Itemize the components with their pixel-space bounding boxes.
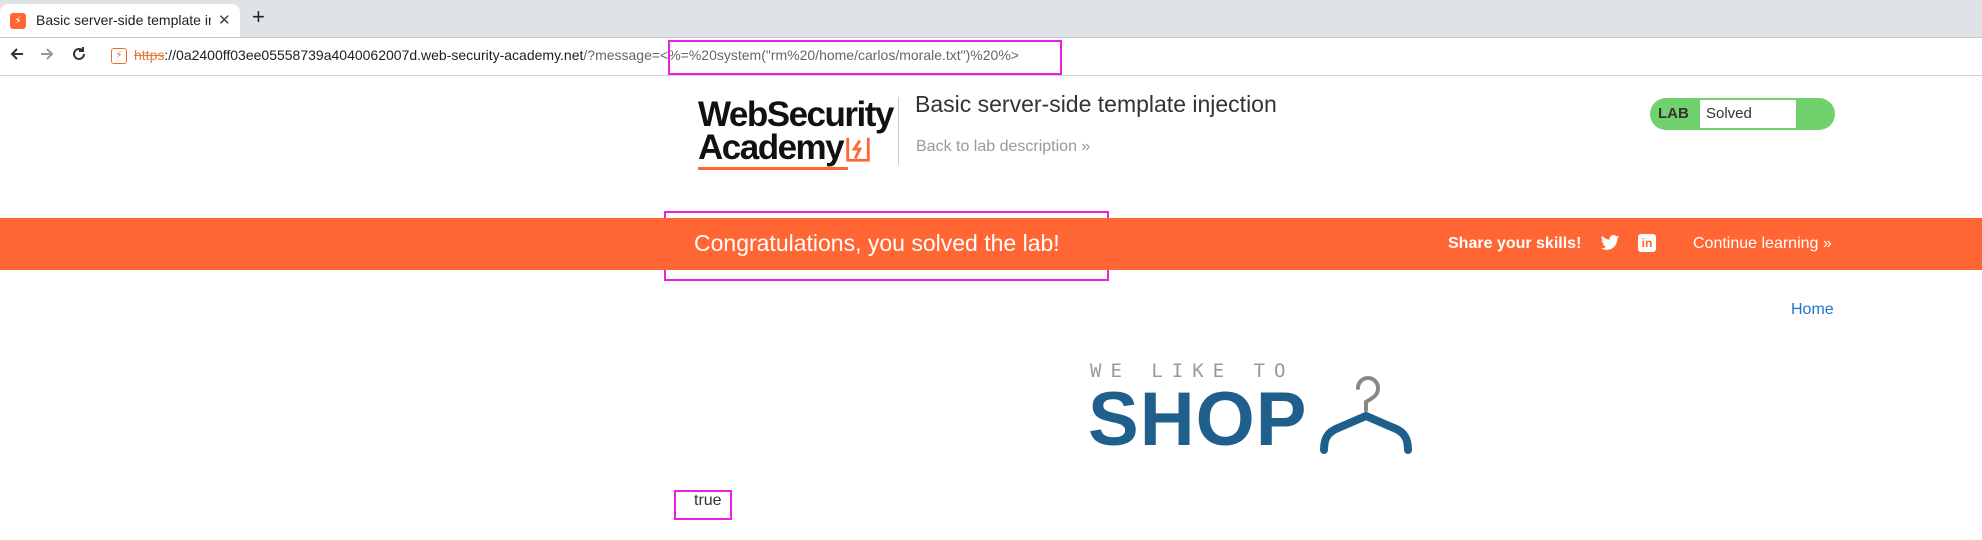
reload-icon[interactable] (70, 45, 88, 67)
solved-banner: Congratulations, you solved the lab! Sha… (0, 218, 1982, 270)
lab-favicon-icon: ⚡ (10, 13, 26, 29)
home-link[interactable]: Home (1791, 301, 1834, 319)
continue-learning-link[interactable]: Continue learning » (1693, 235, 1832, 253)
template-output-text: true (694, 492, 722, 509)
linkedin-icon[interactable]: in (1638, 234, 1656, 252)
header-divider (898, 97, 899, 165)
forward-arrow-icon[interactable] (38, 45, 56, 67)
congratulations-message: Congratulations, you solved the lab! (694, 230, 1060, 256)
close-tab-icon[interactable]: ✕ (218, 11, 231, 29)
browser-tab[interactable]: ⚡ Basic server-side template injection ✕ (0, 4, 240, 37)
web-security-academy-logo[interactable]: WebSecurity Academy (698, 97, 894, 170)
logo-underline (698, 167, 848, 170)
browser-tab-bar: ⚡ Basic server-side template injection ✕… (0, 0, 1982, 38)
back-to-lab-description-link[interactable]: Back to lab description » (916, 138, 1090, 156)
new-tab-button[interactable]: + (252, 4, 265, 30)
share-skills-label: Share your skills! (1448, 235, 1582, 252)
back-arrow-icon[interactable] (8, 45, 26, 67)
lab-status-badge: LAB Solved (1650, 98, 1835, 130)
shop-word: SHOP (1088, 377, 1308, 462)
site-info-icon[interactable]: ⚡ (111, 48, 127, 64)
url-payload-highlight (668, 40, 1062, 75)
badge-status: Solved (1700, 100, 1796, 128)
lightning-bolt-icon (846, 137, 870, 162)
logo-line2: Academy (698, 128, 845, 167)
url-protocol: https (134, 47, 165, 63)
hanger-icon (1320, 376, 1412, 454)
we-like-to-shop-logo: WE LIKE TO SHOP (1088, 360, 1448, 460)
tab-title: Basic server-side template injection (36, 12, 211, 28)
url-host: ://0a2400ff03ee05558739a4040062007d.web-… (164, 47, 584, 63)
badge-lab-label: LAB (1658, 105, 1689, 122)
lab-title: Basic server-side template injection (915, 91, 1277, 117)
twitter-icon[interactable] (1600, 233, 1620, 253)
